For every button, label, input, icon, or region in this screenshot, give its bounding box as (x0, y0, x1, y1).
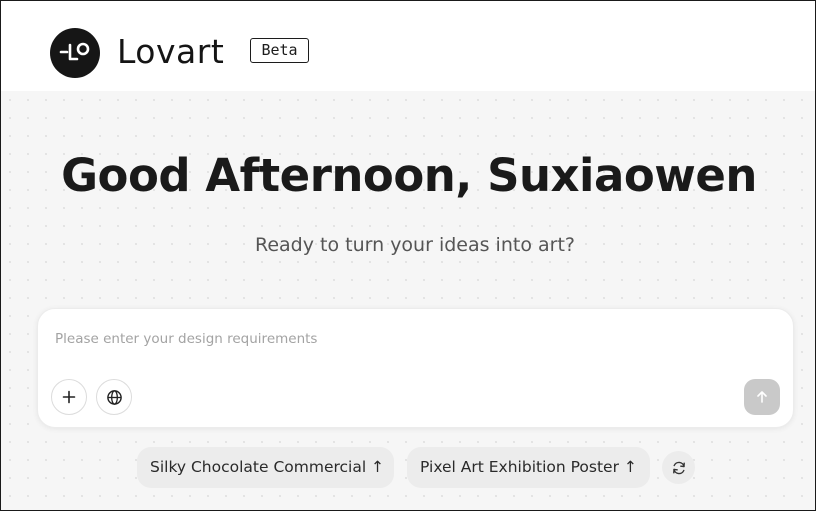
arrow-up-icon (757, 391, 767, 403)
prompt-card (37, 308, 794, 428)
lovart-logo-icon[interactable] (50, 28, 100, 78)
web-search-button[interactable] (96, 379, 132, 415)
design-requirements-input[interactable] (55, 328, 755, 350)
top-header: Lovart Beta (1, 1, 815, 91)
suggestion-chip[interactable]: Pixel Art Exhibition Poster ↑ (407, 447, 650, 488)
arrow-up-icon: ↑ (371, 458, 385, 476)
globe-icon (106, 389, 122, 405)
plus-icon (62, 390, 76, 404)
suggestion-label: Silky Chocolate Commercial (150, 458, 367, 476)
app-window: Lovart Beta Good Afternoon, Suxiaowen Re… (0, 0, 816, 511)
brand-name[interactable]: Lovart (117, 31, 224, 73)
send-button[interactable] (744, 379, 780, 415)
refresh-icon (672, 461, 685, 474)
subtitle-text: Ready to turn your ideas into art? (255, 234, 575, 256)
arrow-up-icon: ↑ (623, 458, 637, 476)
greeting-heading: Good Afternoon, Suxiaowen (61, 149, 757, 202)
add-attachment-button[interactable] (51, 379, 87, 415)
refresh-suggestions-button[interactable] (662, 451, 695, 484)
suggestion-label: Pixel Art Exhibition Poster (420, 458, 619, 476)
suggestion-chip[interactable]: Silky Chocolate Commercial ↑ (137, 447, 394, 488)
beta-badge: Beta (250, 38, 309, 63)
